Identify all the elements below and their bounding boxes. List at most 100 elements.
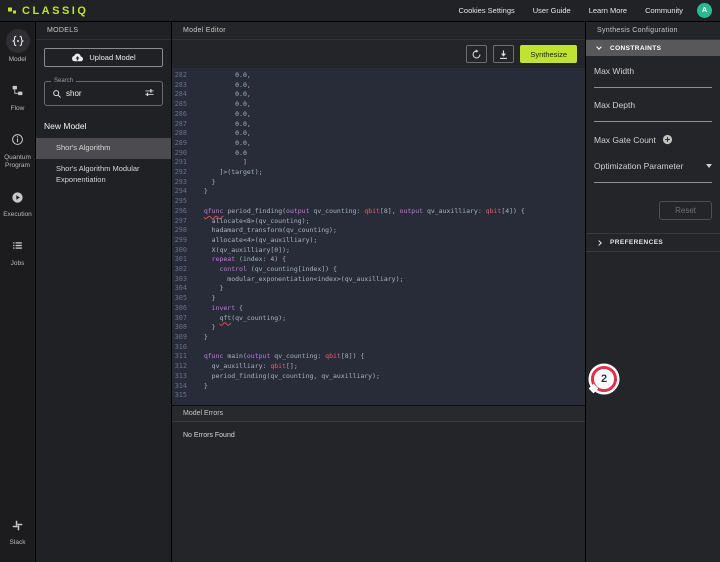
editor-toolbar: Synthesize [172, 40, 585, 68]
code-text: allocate<4>(qv_auxilliary); [196, 235, 318, 244]
upload-model-button[interactable]: Upload Model [44, 48, 163, 67]
topbar-link-community[interactable]: Community [645, 6, 683, 15]
topbar-link-cookies-settings[interactable]: Cookies Settings [458, 6, 514, 15]
code-line-296[interactable]: 296 qfunc period_finding(output qv_count… [172, 207, 585, 217]
refresh-button[interactable] [466, 45, 488, 63]
code-text: 0.0, [196, 119, 251, 128]
code-line-300[interactable]: 300 X(qv_auxilliary[0]); [172, 246, 585, 256]
config-field-max-width[interactable]: Max Width [594, 66, 712, 88]
code-line-304[interactable]: 304 } [172, 284, 585, 294]
topbar-link-user-guide[interactable]: User Guide [533, 6, 571, 15]
model-item-shor-s-algorithm-modular-exponentiation[interactable]: Shor's Algorithm Modular Exponentiation [36, 159, 171, 191]
code-text: allocate<8>(qv_counting); [196, 216, 310, 225]
code-text: control (qv_counting[index]) { [219, 265, 337, 274]
code-line-305[interactable]: 305 } [172, 294, 585, 304]
code-line-306[interactable]: 306 invert { [172, 304, 585, 314]
code-line-307[interactable]: 307 qft(qv_counting); [172, 314, 585, 324]
icon-rail: Model Flow Quantum Program Execution Jobs Sl… [0, 22, 36, 562]
config-field-max-depth[interactable]: Max Depth [594, 100, 712, 122]
avatar[interactable]: A [697, 3, 712, 18]
code-line-298[interactable]: 298 hadamard_transform(qv_counting); [172, 226, 585, 236]
config-field-max-gate-count[interactable]: Max Gate Count [594, 134, 712, 145]
code-text: 0.0, [196, 100, 251, 109]
code-text: 0.0, [196, 71, 251, 79]
nav-item-slack[interactable]: Slack [0, 514, 35, 548]
topbar-link-learn-more[interactable]: Learn More [589, 6, 627, 15]
nav-item-quantum-program[interactable]: Quantum Program [0, 129, 35, 172]
code-text: 0.0, [196, 90, 251, 99]
code-line-311[interactable]: 311 qfunc main(output qv_counting: qbit[… [172, 352, 585, 362]
code-line-293[interactable]: 293 } [172, 178, 585, 188]
nav-label: Flow [10, 104, 25, 112]
play-icon [7, 186, 29, 208]
config-field-optimization-parameter[interactable]: Optimization Parameter [594, 161, 712, 183]
download-button[interactable] [493, 45, 515, 63]
code-line-310[interactable]: 310 [172, 343, 585, 353]
constraints-section-header[interactable]: CONSTRAINTS [586, 40, 720, 56]
nav-item-flow[interactable]: Flow [0, 80, 35, 114]
code-text: 0.0, [196, 109, 251, 118]
upload-model-label: Upload Model [89, 53, 136, 62]
search-input[interactable]: Search shor [44, 78, 163, 106]
code-line-309[interactable]: 309 } [172, 333, 585, 343]
code-line-285[interactable]: 285 0.0, [172, 100, 585, 110]
code-line-303[interactable]: 303 modular_exponentiation<index>(qv_aux… [172, 275, 585, 285]
new-model-item[interactable]: New Model [36, 110, 171, 138]
synthesis-config-panel: Synthesis Configuration CONSTRAINTS Max … [586, 22, 720, 562]
code-line-315[interactable]: 315 [172, 391, 585, 401]
add-circle-icon[interactable] [662, 134, 673, 145]
select-chevron-down-icon [706, 164, 712, 168]
code-text: 0.0, [196, 138, 251, 147]
reset-button[interactable]: Reset [659, 201, 712, 220]
code-line-289[interactable]: 289 0.0, [172, 139, 585, 149]
code-line-314[interactable]: 314 } [172, 382, 585, 392]
nav-item-model[interactable]: Model [0, 29, 35, 65]
line-number: 307 [174, 313, 187, 322]
code-text: qft(qv_counting); [219, 313, 287, 322]
line-number: 285 [174, 100, 187, 109]
code-line-286[interactable]: 286 0.0, [172, 110, 585, 120]
model-item-shor-s-algorithm[interactable]: Shor's Algorithm [36, 138, 171, 159]
models-panel-title: MODELS [36, 22, 171, 40]
line-number: 313 [174, 371, 187, 380]
line-number: 282 [174, 71, 187, 79]
code-line-302[interactable]: 302 control (qv_counting[index]) { [172, 265, 585, 275]
code-line-297[interactable]: 297 allocate<8>(qv_counting); [172, 217, 585, 227]
classiq-logo[interactable]: CLASSIQ [8, 5, 88, 17]
code-line-295[interactable]: 295 [172, 197, 585, 207]
chevron-down-icon [596, 44, 602, 50]
code-text: } [196, 294, 216, 303]
nav-label: Slack [9, 539, 26, 547]
topbar: CLASSIQ Cookies Settings User Guide Learn … [0, 0, 720, 22]
model-errors-title: Model Errors [172, 405, 585, 422]
filter-tune-icon[interactable] [144, 88, 155, 99]
code-line-284[interactable]: 284 0.0, [172, 90, 585, 100]
chevron-right-icon [596, 239, 602, 246]
code-line-283[interactable]: 283 0.0, [172, 81, 585, 91]
constraints-label: CONSTRAINTS [610, 44, 662, 52]
code-line-308[interactable]: 308 } [172, 323, 585, 333]
code-line-282[interactable]: 282 0.0, [172, 71, 585, 81]
code-line-294[interactable]: 294 } [172, 187, 585, 197]
code-line-290[interactable]: 290 0.0 [172, 149, 585, 159]
code-area[interactable]: 282 0.0, 283 0.0, 284 0.0, 285 0.0, 286 0.0,… [172, 68, 585, 405]
code-line-292[interactable]: 292 ]>(target); [172, 168, 585, 178]
code-text: X(qv_auxilliary[0]); [196, 245, 290, 254]
preferences-section-header[interactable]: PREFERENCES [586, 233, 720, 252]
code-line-313[interactable]: 313 period_finding(qv_counting, qv_auxil… [172, 372, 585, 382]
code-line-299[interactable]: 299 allocate<4>(qv_auxilliary); [172, 236, 585, 246]
nav-item-execution[interactable]: Execution [0, 186, 35, 220]
app-root: CLASSIQ Cookies Settings User Guide Learn … [0, 0, 720, 562]
code-line-301[interactable]: 301 repeat (index: 4) { [172, 255, 585, 265]
code-line-291[interactable]: 291 ] [172, 158, 585, 168]
line-number: 288 [174, 129, 187, 138]
line-number: 287 [174, 119, 187, 128]
code-line-287[interactable]: 287 0.0, [172, 120, 585, 130]
line-number: 295 [174, 197, 187, 206]
code-text: qv_auxilliary: qbit[]; [196, 362, 298, 371]
nav-item-jobs[interactable]: Jobs [0, 235, 35, 269]
synthesize-button[interactable]: Synthesize [520, 45, 577, 63]
input-underline [594, 87, 712, 88]
code-line-312[interactable]: 312 qv_auxilliary: qbit[]; [172, 362, 585, 372]
code-line-288[interactable]: 288 0.0, [172, 129, 585, 139]
